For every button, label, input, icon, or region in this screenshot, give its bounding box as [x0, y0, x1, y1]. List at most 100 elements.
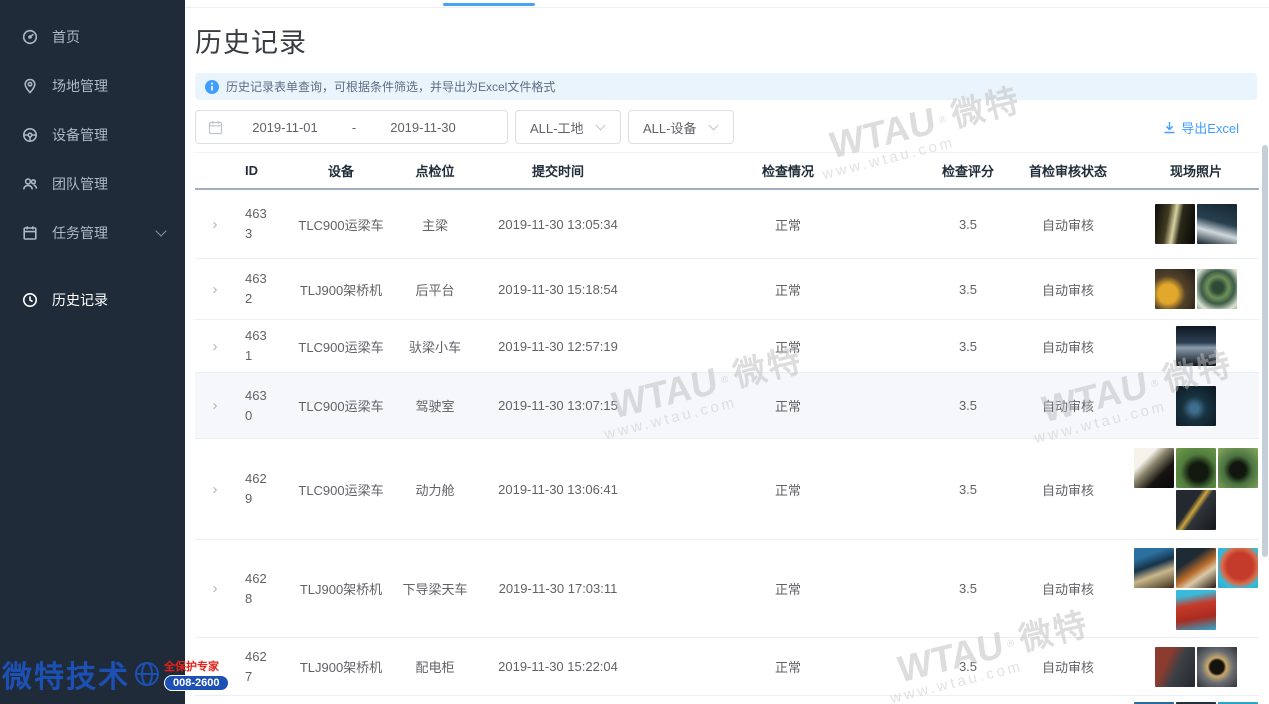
photo-thumbnail[interactable]	[1197, 647, 1237, 687]
row-score-cell: 3.5	[933, 339, 1003, 354]
main-content: 历史记录 历史记录表单查询，可根据条件筛选，并导出为Excel文件格式 2019…	[185, 0, 1269, 704]
chevron-right-icon[interactable]: ›	[195, 217, 235, 232]
row-score-cell: 3.5	[933, 659, 1003, 674]
chevron-right-icon[interactable]: ›	[195, 482, 235, 497]
sidebar-item-label: 历史记录	[52, 290, 108, 310]
device-select-value: ALL-设备	[643, 118, 696, 137]
row-id-value: 4633	[245, 204, 271, 244]
row-audit-cell: 自动审核	[1003, 215, 1133, 234]
row-status-cell: 正常	[643, 396, 933, 415]
chevron-right-icon[interactable]: ›	[195, 659, 235, 674]
page-title: 历史记录	[195, 21, 1269, 60]
photo-thumbnail[interactable]	[1218, 548, 1258, 588]
row-status-cell: 正常	[643, 657, 933, 676]
photo-thumbnail[interactable]	[1176, 590, 1216, 630]
chevron-down-icon	[709, 121, 719, 131]
date-start-value[interactable]: 2019-11-01	[231, 120, 339, 135]
row-expand-cell: ›	[195, 398, 235, 413]
row-device-cell: TLC900运梁车	[285, 337, 397, 356]
row-submit-time-cell: 2019-11-30 15:18:54	[473, 282, 643, 297]
row-id-value: 4630	[245, 386, 271, 426]
sidebar-item-label: 场地管理	[52, 76, 108, 96]
table-row: ›4632TLJ900架桥机后平台2019-11-30 15:18:54正常3.…	[195, 259, 1259, 320]
photo-thumbnail[interactable]	[1155, 647, 1195, 687]
row-id-value: 4631	[245, 326, 271, 366]
filter-bar: 2019-11-01 - 2019-11-30 ALL-工地 ALL-设备 导出…	[195, 110, 1257, 144]
table-row: ›4630TLC900运梁车驾驶室2019-11-30 13:07:15正常3.…	[195, 373, 1259, 439]
download-icon	[1163, 121, 1176, 134]
photo-thumbnail[interactable]	[1218, 448, 1258, 488]
date-separator: -	[339, 120, 369, 135]
photo-thumbnail[interactable]	[1197, 269, 1237, 309]
row-id-cell: 4627	[235, 647, 285, 687]
sidebar-item-teams[interactable]: 团队管理	[0, 159, 185, 208]
photo-thumbnail[interactable]	[1176, 490, 1216, 530]
photo-thumbnail[interactable]	[1176, 448, 1216, 488]
photo-group	[1133, 204, 1259, 244]
photo-group	[1133, 647, 1259, 687]
records-table: ID 设备 点检位 提交时间 检查情况 检查评分 首检审核状态 现场照片 ›46…	[195, 152, 1259, 704]
photo-thumbnail[interactable]	[1134, 448, 1174, 488]
photo-group	[1133, 269, 1259, 309]
row-audit-cell: 自动审核	[1003, 396, 1133, 415]
sidebar-item-home[interactable]: 首页	[0, 12, 185, 61]
table-row: › 4631 TLC900运梁车驮梁小车2019-11-30 12:57:19正常3…	[195, 320, 1259, 373]
sidebar-item-label: 团队管理	[52, 174, 108, 194]
row-checkpoint-cell: 配电柜	[397, 657, 473, 676]
chevron-down-icon	[155, 225, 166, 236]
device-select[interactable]: ALL-设备	[628, 110, 734, 144]
photo-thumbnail[interactable]	[1155, 269, 1195, 309]
row-id-value: 4628	[245, 569, 271, 609]
vertical-scrollbar[interactable]	[1262, 145, 1268, 557]
row-photos-cell	[1133, 647, 1259, 687]
row-submit-time-cell: 2019-11-30 13:07:15	[473, 398, 643, 413]
row-score-cell: 3.5	[933, 398, 1003, 413]
row-device-cell: TLC900运梁车	[285, 396, 397, 415]
row-status-cell: 正常	[643, 337, 933, 356]
row-device-cell: TLC900运梁车	[285, 215, 397, 234]
row-submit-time-cell: 2019-11-30 17:03:11	[473, 581, 643, 596]
date-range-input[interactable]: 2019-11-01 - 2019-11-30	[195, 110, 508, 144]
photo-thumbnail[interactable]	[1176, 326, 1216, 366]
row-id-cell: 4632	[235, 269, 285, 309]
table-row: ›4629TLC900运梁车动力舱2019-11-30 13:06:41正常3.…	[195, 439, 1259, 540]
photo-thumbnail[interactable]	[1176, 548, 1216, 588]
history-icon	[22, 291, 39, 308]
sidebar-item-tasks[interactable]: 任务管理	[0, 208, 185, 257]
row-photos-cell	[1133, 269, 1259, 309]
app-window: 首页 场地管理 设备管理 团队管理 任务管理 历史记录	[0, 0, 1269, 704]
chevron-right-icon[interactable]: ›	[195, 398, 235, 413]
row-checkpoint-cell: 驮梁小车	[397, 337, 473, 356]
table-body: ›4633TLC900运梁车主梁2019-11-30 13:05:34正常3.5…	[195, 190, 1259, 704]
row-expand-cell: ›	[195, 282, 235, 297]
team-icon	[22, 175, 39, 192]
table-row	[195, 696, 1259, 704]
photo-thumbnail[interactable]	[1176, 386, 1216, 426]
row-expand-cell: ›	[195, 482, 235, 497]
sidebar-item-history[interactable]: 历史记录	[0, 275, 185, 324]
chevron-right-icon[interactable]: ›	[195, 581, 235, 596]
export-excel-button[interactable]: 导出Excel	[1163, 118, 1239, 137]
row-id-cell: 4633	[235, 204, 285, 244]
row-score-cell: 3.5	[933, 581, 1003, 596]
photo-thumbnail[interactable]	[1197, 204, 1237, 244]
date-end-value[interactable]: 2019-11-30	[369, 120, 477, 135]
row-score-cell: 3.5	[933, 482, 1003, 497]
site-select[interactable]: ALL-工地	[515, 110, 621, 144]
chevron-right-icon[interactable]: ›	[195, 282, 235, 297]
sidebar-item-label: 首页	[52, 27, 80, 47]
photo-thumbnail[interactable]	[1134, 548, 1174, 588]
sidebar-item-sites[interactable]: 场地管理	[0, 61, 185, 110]
row-status-cell: 正常	[643, 280, 933, 299]
alert-text: 历史记录表单查询，可根据条件筛选，并导出为Excel文件格式	[226, 78, 555, 95]
chevron-right-icon[interactable]: ›	[195, 339, 235, 354]
row-score-cell: 3.5	[933, 217, 1003, 232]
row-status-cell: 正常	[643, 579, 933, 598]
chevron-down-icon	[596, 121, 606, 131]
row-expand-cell: ›	[195, 339, 235, 354]
row-expand-cell: ›	[195, 217, 235, 232]
row-submit-time-cell: 2019-11-30 12:57:19	[473, 339, 643, 354]
calendar-icon	[208, 120, 223, 135]
photo-thumbnail[interactable]	[1155, 204, 1195, 244]
sidebar-item-devices[interactable]: 设备管理	[0, 110, 185, 159]
